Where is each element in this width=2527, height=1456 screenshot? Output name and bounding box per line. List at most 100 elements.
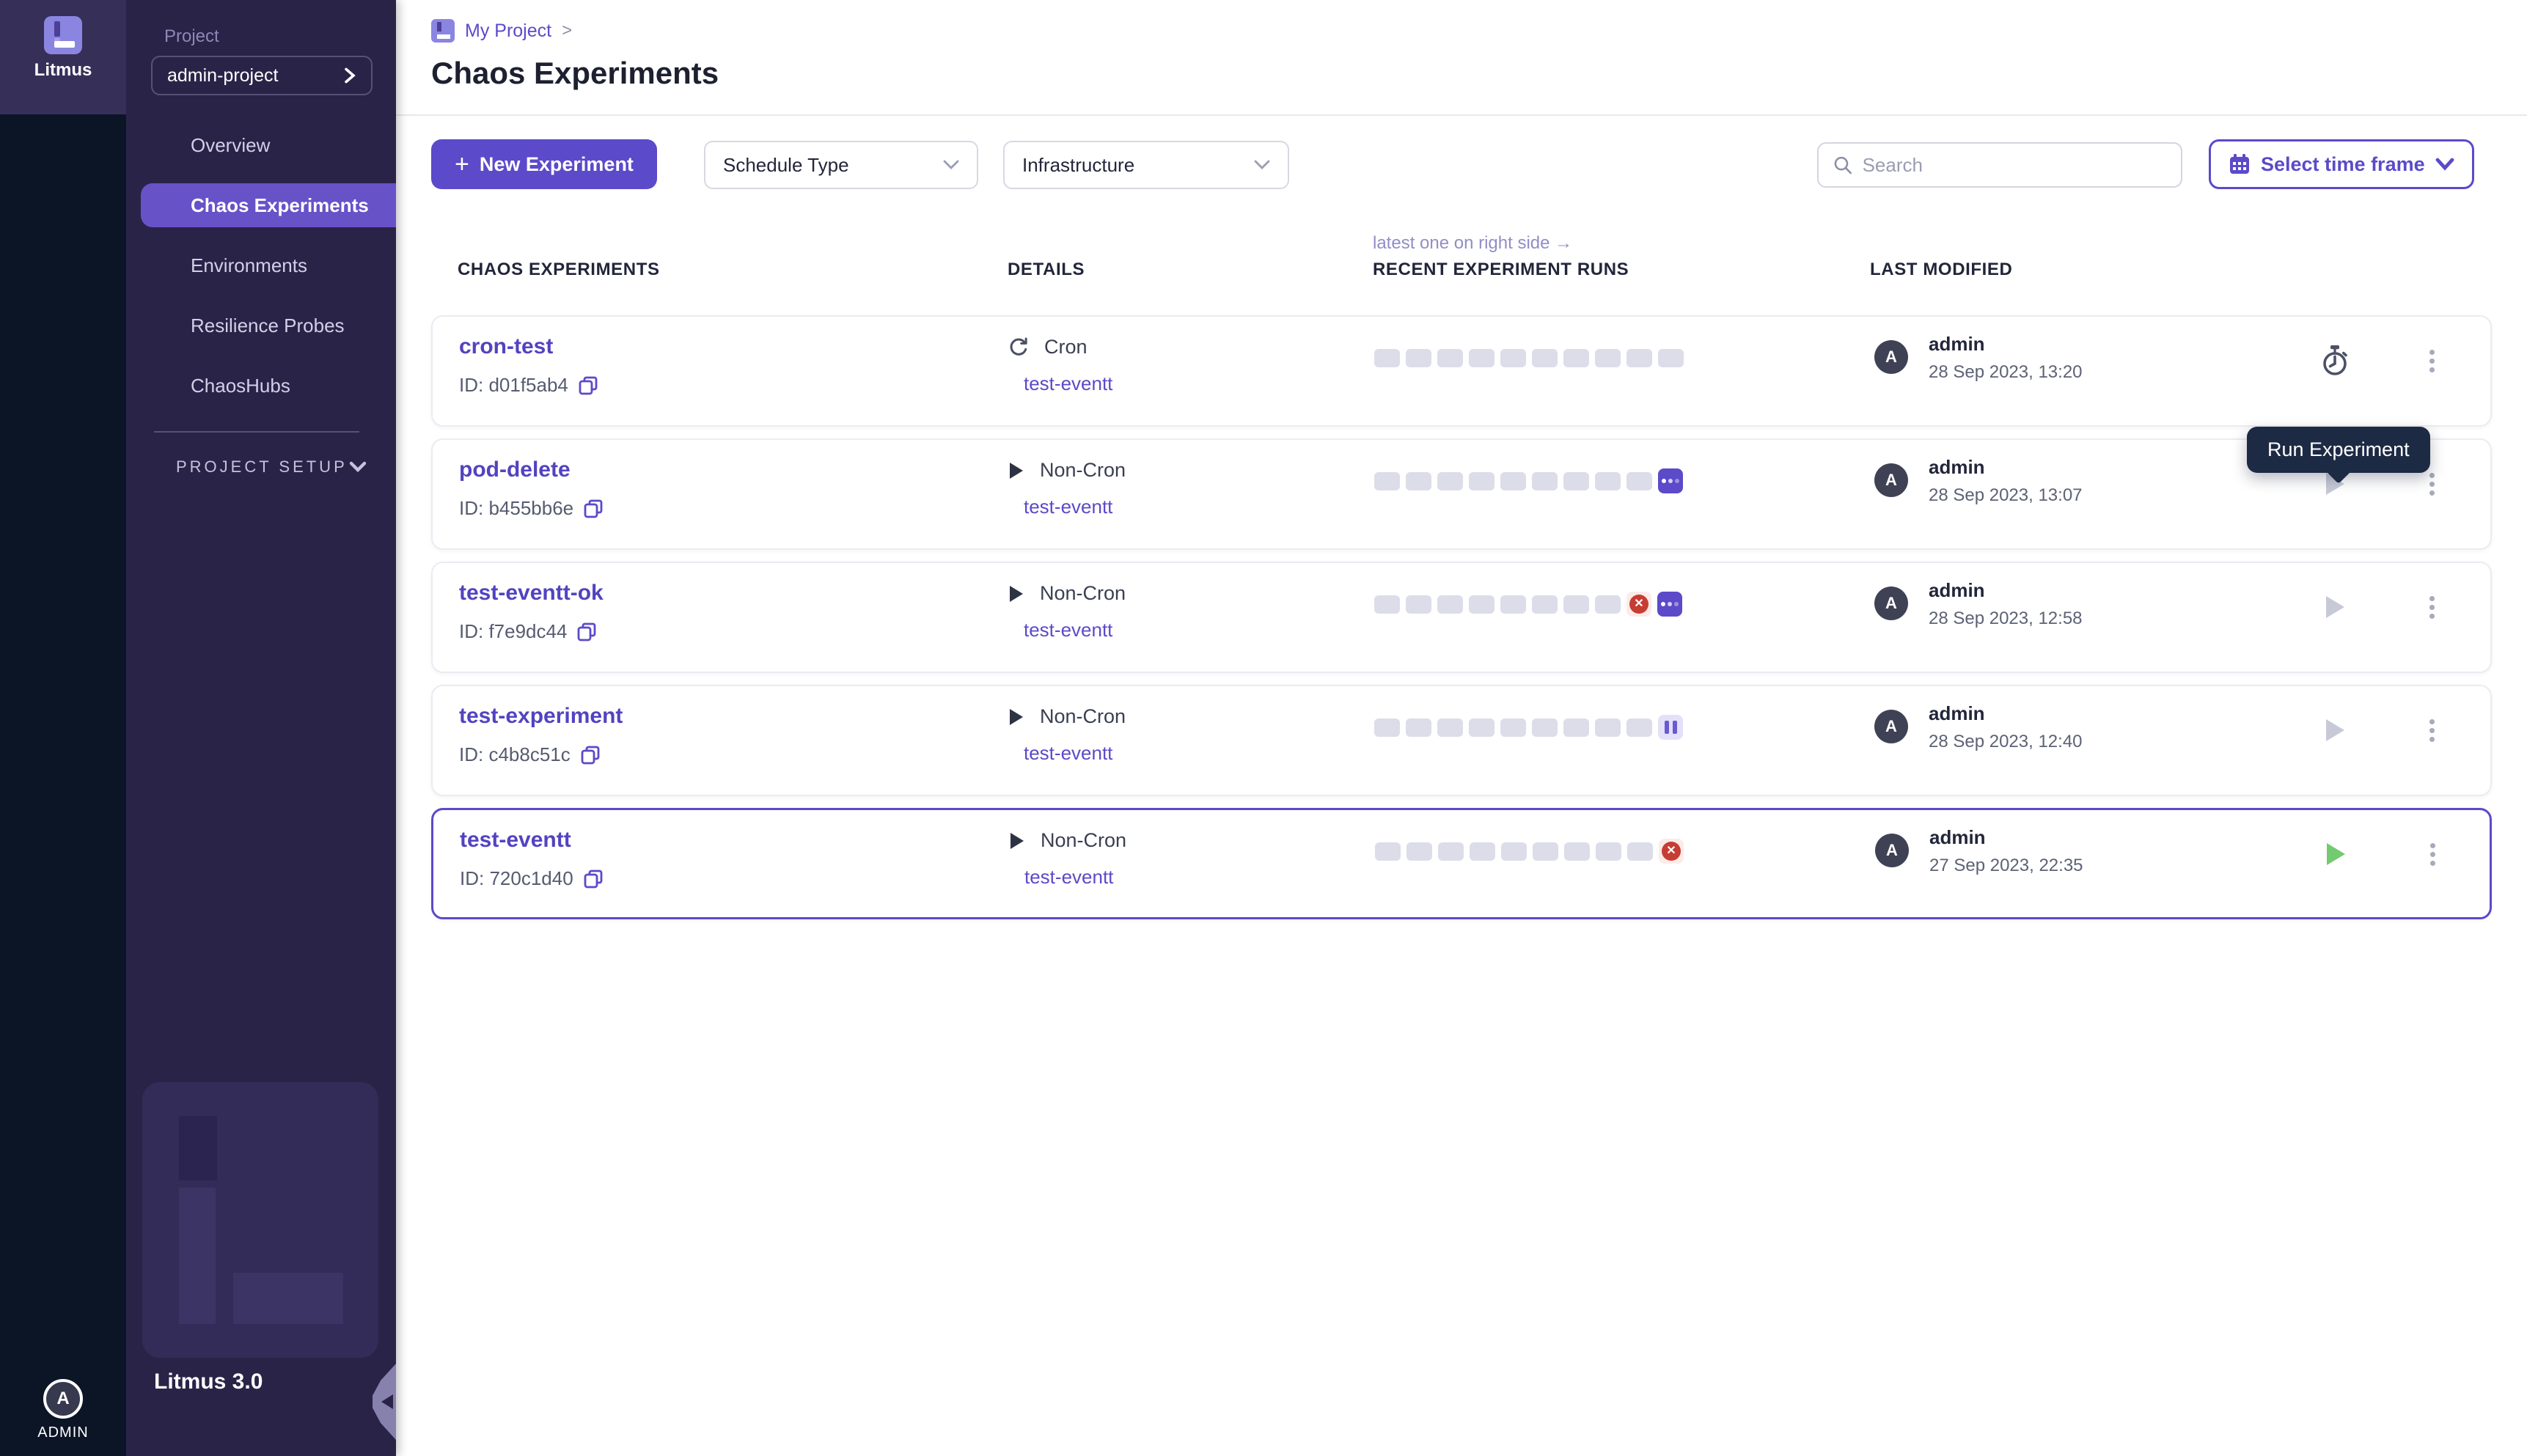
infrastructure-link[interactable]: test-eventt (1024, 742, 1112, 765)
experiment-row: test-eventt-okID: f7e9dc44Non-Crontest-e… (431, 562, 2492, 673)
infrastructure-link[interactable]: test-eventt (1024, 496, 1112, 518)
sidebar-collapse-handle[interactable] (373, 1364, 396, 1440)
run-placeholder (1469, 472, 1494, 490)
run-experiment-button[interactable] (2318, 837, 2353, 872)
schedule-type: Non-Cron (1008, 582, 1126, 605)
run-placeholder (1500, 472, 1526, 490)
litmus-watermark-logo (142, 1082, 378, 1358)
sidebar-item-resilience-probes[interactable]: Resilience Probes (141, 304, 396, 348)
project-setup-toggle[interactable]: PROJECT SETUP (176, 457, 367, 477)
recent-run-indicators: ✕ (1374, 584, 1682, 625)
run-placeholder (1563, 595, 1589, 614)
stopwatch-icon[interactable] (2321, 345, 2349, 377)
run-placeholder (1406, 842, 1432, 861)
runs-order-hint: latest one on right side → (1373, 233, 1572, 254)
run-status-paused[interactable] (1658, 715, 1683, 740)
row-menu-button[interactable] (2421, 835, 2444, 873)
sidebar-item-overview[interactable]: Overview (141, 123, 396, 167)
row-menu-button[interactable] (2420, 711, 2443, 749)
non-cron-icon (1008, 831, 1026, 850)
run-placeholder (1626, 472, 1652, 490)
experiment-name-link[interactable]: test-eventt (460, 828, 571, 853)
run-status-failed[interactable]: ✕ (1659, 839, 1684, 864)
main-content: My Project > Chaos Experiments + New Exp… (396, 0, 2527, 1456)
user-avatar: A (1874, 340, 1908, 374)
experiment-id: ID: b455bb6e (459, 497, 603, 520)
calendar-icon (2229, 153, 2251, 175)
column-header-experiments: CHAOS EXPERIMENTS (458, 260, 660, 280)
sidebar: Project admin-project OverviewChaos Expe… (126, 0, 396, 1456)
recent-run-indicators (1374, 460, 1683, 501)
run-experiment-button[interactable] (2317, 589, 2352, 625)
run-placeholder (1406, 472, 1431, 490)
run-placeholder (1563, 472, 1589, 490)
experiment-name-link[interactable]: pod-delete (459, 457, 571, 482)
new-experiment-button[interactable]: + New Experiment (431, 139, 657, 189)
schedule-type: Cron (1008, 336, 1088, 359)
infrastructure-link[interactable]: test-eventt (1024, 619, 1112, 641)
search-box (1817, 142, 2182, 188)
sidebar-item-chaos-experiments[interactable]: Chaos Experiments (141, 183, 396, 227)
admin-label: ADMIN (0, 1424, 126, 1441)
sidebar-item-environments[interactable]: Environments (141, 243, 396, 287)
sidebar-item-chaoshubs[interactable]: ChaosHubs (141, 364, 396, 408)
column-header-runs: RECENT EXPERIMENT RUNS (1373, 260, 1629, 280)
infrastructure-filter[interactable]: Infrastructure (1003, 141, 1289, 189)
search-input[interactable] (1863, 154, 2166, 177)
row-menu-button[interactable] (2420, 588, 2443, 626)
breadcrumb-project-link[interactable]: My Project (465, 21, 551, 42)
chevron-right-icon (343, 67, 356, 84)
cron-schedule-button[interactable] (2317, 343, 2352, 378)
chevron-down-icon (2435, 158, 2454, 171)
run-placeholder (1500, 718, 1526, 737)
run-placeholder (1406, 595, 1431, 614)
row-menu-button[interactable] (2420, 342, 2443, 380)
experiment-id: ID: c4b8c51c (459, 743, 600, 766)
infrastructure-link[interactable]: test-eventt (1024, 372, 1112, 395)
run-placeholder (1469, 595, 1494, 614)
select-time-frame-button[interactable]: Select time frame (2209, 139, 2474, 189)
experiment-name-link[interactable]: test-experiment (459, 704, 623, 729)
run-placeholder (1627, 842, 1653, 861)
experiment-row: test-experiment ID: c4b8c51c Non-Cron test-… (431, 685, 2492, 796)
copy-icon[interactable] (579, 376, 598, 395)
run-status-running[interactable] (1657, 592, 1682, 617)
schedule-type: Non-Cron (1008, 705, 1126, 728)
modified-date: 28 Sep 2023, 12:58 (1929, 608, 2083, 629)
run-status-running[interactable] (1658, 468, 1683, 493)
column-header-modified: LAST MODIFIED (1870, 260, 2012, 280)
run-status-failed[interactable]: ✕ (1626, 592, 1651, 617)
run-placeholder (1470, 842, 1495, 861)
version-label: Litmus 3.0 (154, 1369, 263, 1394)
experiment-name-link[interactable]: test-eventt-ok (459, 581, 604, 606)
modified-by-user: admin (1929, 579, 1985, 602)
copy-icon[interactable] (581, 746, 600, 765)
run-placeholder (1595, 349, 1621, 367)
modified-by-user: admin (1929, 826, 1986, 849)
schedule-type-filter[interactable]: Schedule Type (704, 141, 978, 189)
copy-icon[interactable] (584, 869, 603, 889)
project-selector[interactable]: admin-project (151, 56, 373, 95)
admin-avatar[interactable]: A (43, 1379, 83, 1419)
modified-by-user: admin (1929, 702, 1985, 725)
copy-icon[interactable] (584, 499, 603, 518)
run-experiment-button[interactable] (2317, 713, 2352, 748)
infrastructure-link[interactable]: test-eventt (1024, 866, 1113, 889)
copy-icon[interactable] (577, 622, 596, 641)
cron-icon (1008, 337, 1030, 359)
schedule-type: Non-Cron (1008, 829, 1126, 852)
run-experiment-tooltip: Run Experiment (2247, 427, 2430, 473)
user-avatar: A (1874, 710, 1908, 743)
run-placeholder (1626, 349, 1652, 367)
run-placeholder (1532, 349, 1558, 367)
run-placeholder (1532, 472, 1558, 490)
experiment-name-link[interactable]: cron-test (459, 334, 553, 359)
brand-name: Litmus (0, 60, 126, 81)
project-setup-label: PROJECT SETUP (176, 457, 348, 477)
experiment-id: ID: d01f5ab4 (459, 374, 598, 397)
non-cron-icon (1008, 461, 1025, 480)
header-divider (396, 114, 2527, 116)
modified-date: 28 Sep 2023, 12:40 (1929, 732, 2083, 752)
user-avatar: A (1875, 834, 1909, 867)
run-placeholder (1469, 718, 1494, 737)
